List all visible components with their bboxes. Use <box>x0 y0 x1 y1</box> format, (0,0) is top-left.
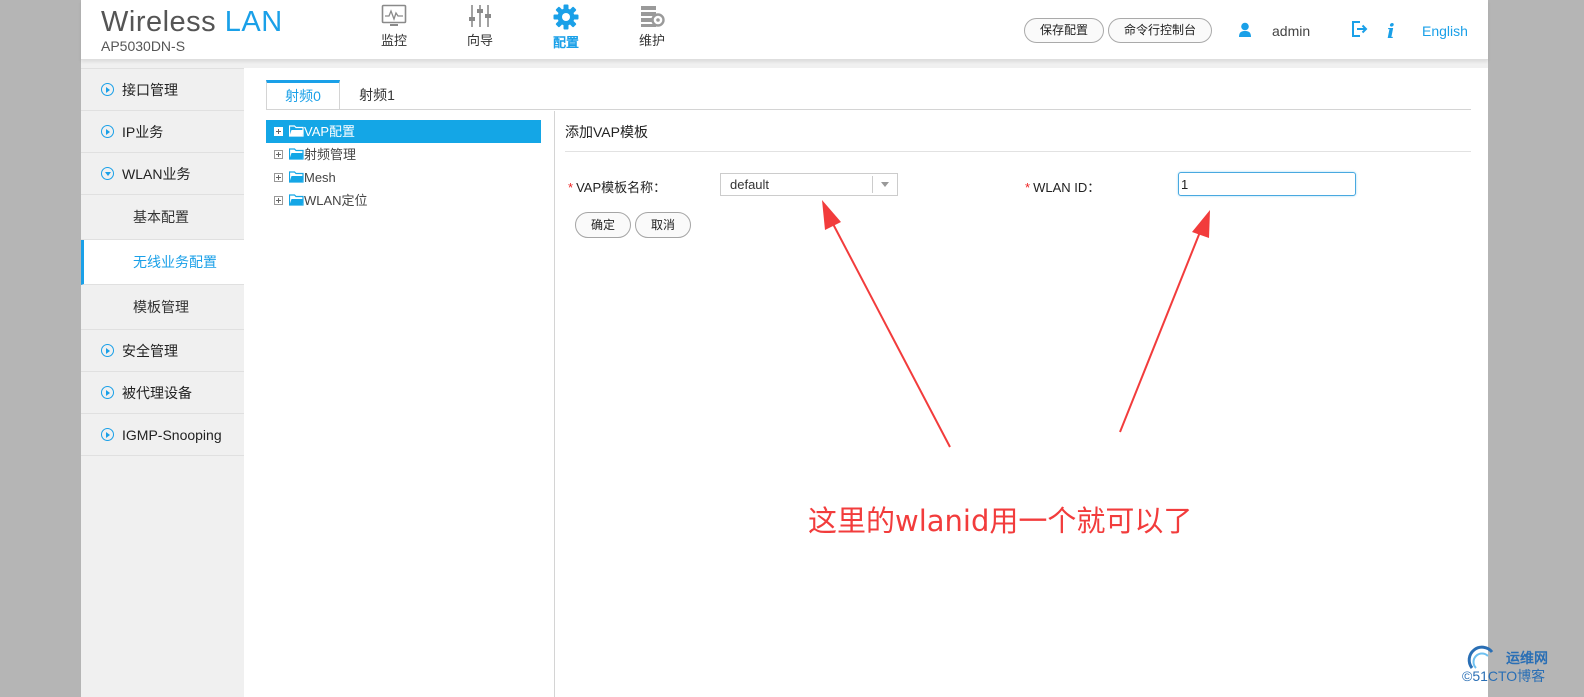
folder-icon <box>289 125 304 137</box>
sidebar-item-label: 接口管理 <box>122 82 178 98</box>
main-content: 射频0 射频1 VAP配置 射频管理 Mesh WLAN定位 添加VAP模板 *… <box>244 68 1488 697</box>
tree-node-wlan-location[interactable]: WLAN定位 <box>266 189 541 212</box>
tree-node-mesh[interactable]: Mesh <box>266 166 541 189</box>
sidebar-item-security[interactable]: 安全管理 <box>81 330 244 372</box>
chevron-right-icon <box>101 344 114 357</box>
chevron-down-icon <box>881 182 889 187</box>
select-separator <box>872 176 873 193</box>
sidebar-subitem-wireless-service[interactable]: 无线业务配置 <box>81 240 244 285</box>
ok-button[interactable]: 确定 <box>575 212 631 238</box>
wlan-id-input[interactable] <box>1178 172 1356 196</box>
sidebar-item-interface[interactable]: 接口管理 <box>81 69 244 111</box>
logout-icon[interactable] <box>1350 20 1368 38</box>
nav-monitor[interactable]: 监控 <box>364 2 424 49</box>
folder-icon <box>289 194 304 206</box>
tree-node-radio-mgmt[interactable]: 射频管理 <box>266 143 541 166</box>
sidebar-item-ip[interactable]: IP业务 <box>81 111 244 153</box>
chevron-right-icon <box>101 428 114 441</box>
expand-icon[interactable] <box>274 173 283 182</box>
brand-logo: Wireless LAN AP5030DN-S <box>101 4 283 54</box>
panel-divider <box>554 111 555 697</box>
config-tree: VAP配置 射频管理 Mesh WLAN定位 <box>266 120 541 212</box>
tab-radio0[interactable]: 射频0 <box>266 80 340 110</box>
watermark-line2: ©51CTO博客 <box>1462 668 1546 684</box>
sliders-icon <box>469 5 491 27</box>
vap-name-select[interactable]: default <box>720 173 898 196</box>
tree-node-label: WLAN定位 <box>304 193 368 208</box>
app-window: Wireless LAN AP5030DN-S 监控 向导 配置 维护 保存配置… <box>81 0 1488 697</box>
top-header: Wireless LAN AP5030DN-S 监控 向导 配置 维护 保存配置… <box>81 0 1488 60</box>
cli-console-button[interactable]: 命令行控制台 <box>1108 18 1212 43</box>
tree-node-label: VAP配置 <box>304 124 356 139</box>
nav-config-label: 配置 <box>552 35 579 50</box>
sidebar-subitem-template[interactable]: 模板管理 <box>81 285 244 330</box>
tree-node-label: Mesh <box>304 170 336 185</box>
required-mark: * <box>1025 180 1031 195</box>
sidebar-item-label: IGMP-Snooping <box>122 427 222 443</box>
nav-maintenance[interactable]: 维护 <box>622 2 682 49</box>
chevron-right-icon <box>101 83 114 96</box>
watermark: 运维网 ©51CTO博客 <box>1462 644 1572 694</box>
nav-config[interactable]: 配置 <box>536 2 596 51</box>
info-icon[interactable]: i <box>1387 19 1395 43</box>
annotation-text: 这里的wlanid用一个就可以了 <box>808 504 1193 538</box>
panel-title-divider <box>565 151 1471 152</box>
tab-divider <box>266 109 1471 110</box>
chevron-right-icon <box>101 386 114 399</box>
sidebar-item-label: WLAN业务 <box>122 166 191 182</box>
user-icon <box>1239 22 1251 37</box>
maintenance-icon <box>641 6 665 27</box>
folder-icon <box>289 171 304 183</box>
cancel-button[interactable]: 取消 <box>635 212 691 238</box>
nav-wizard[interactable]: 向导 <box>450 2 510 49</box>
tab-radio1[interactable]: 射频1 <box>340 80 414 110</box>
vap-name-label: * VAP模板名称： <box>568 180 667 195</box>
nav-wizard-label: 向导 <box>466 33 493 48</box>
sidebar-item-label: IP业务 <box>122 124 164 140</box>
chevron-down-icon <box>101 167 114 180</box>
nav-monitor-label: 监控 <box>380 33 407 48</box>
device-model: AP5030DN-S <box>101 38 186 54</box>
sidebar-item-proxy-device[interactable]: 被代理设备 <box>81 372 244 414</box>
folder-icon <box>289 148 304 160</box>
wlan-id-label: * WLAN ID： <box>1025 180 1101 195</box>
gear-icon <box>553 4 579 30</box>
sidebar-item-igmp[interactable]: IGMP-Snooping <box>81 414 244 456</box>
monitor-icon <box>381 4 407 26</box>
expand-icon[interactable] <box>274 127 283 136</box>
sidebar-subitem-basic[interactable]: 基本配置 <box>81 195 244 240</box>
panel-title: 添加VAP模板 <box>565 124 648 140</box>
chevron-right-icon <box>101 125 114 138</box>
save-config-button[interactable]: 保存配置 <box>1024 18 1104 43</box>
brand-name: Wireless LAN <box>101 6 283 38</box>
sidebar: 接口管理 IP业务 WLAN业务 基本配置 无线业务配置 模板管理 安全管理 被… <box>81 68 244 697</box>
watermark-line1: 运维网 <box>1506 650 1548 666</box>
sidebar-item-label: 安全管理 <box>122 343 178 359</box>
sidebar-item-wlan[interactable]: WLAN业务 <box>81 153 244 195</box>
tree-node-vap[interactable]: VAP配置 <box>266 120 541 143</box>
expand-icon[interactable] <box>274 196 283 205</box>
sidebar-item-label: 被代理设备 <box>122 385 192 401</box>
vap-name-value: default <box>730 177 770 192</box>
nav-maintenance-label: 维护 <box>638 33 665 48</box>
expand-icon[interactable] <box>274 150 283 159</box>
language-switch[interactable]: English <box>1422 23 1468 39</box>
tree-node-label: 射频管理 <box>304 147 357 162</box>
current-user: admin <box>1272 23 1311 39</box>
required-mark: * <box>568 180 574 195</box>
